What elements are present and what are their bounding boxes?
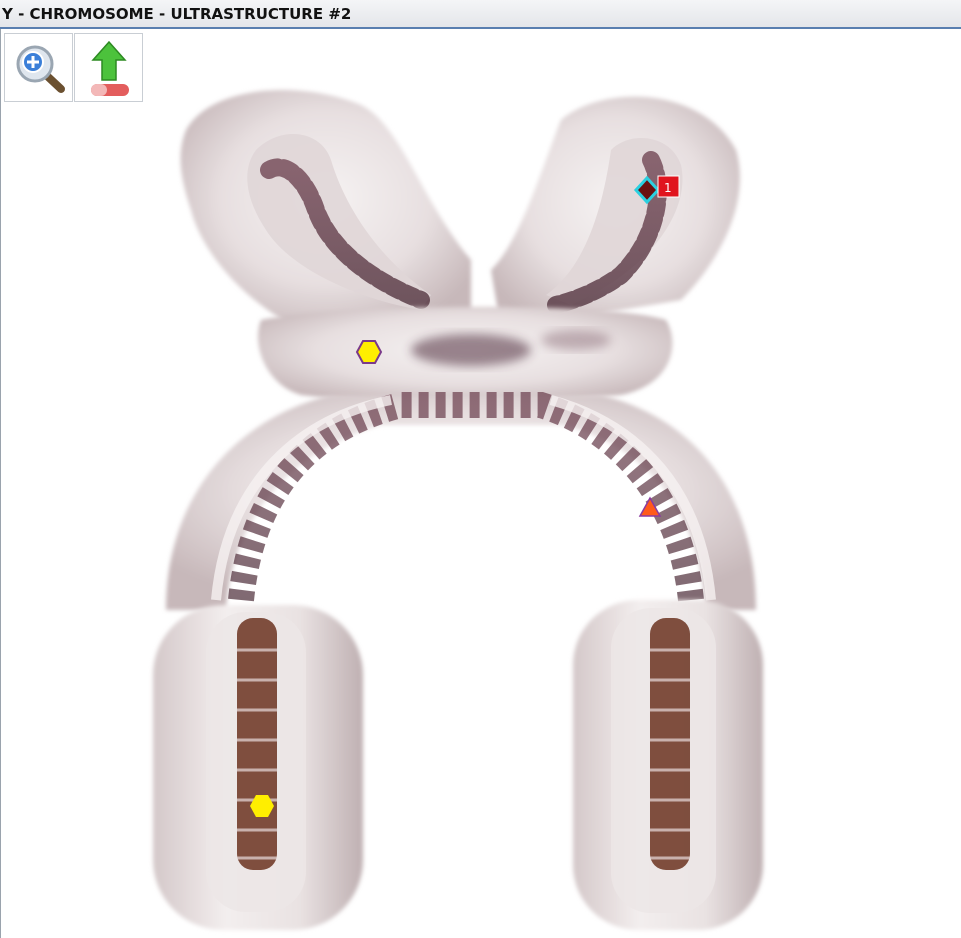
window-titlebar: Y - CHROMOSOME - ULTRASTRUCTURE #2	[0, 0, 961, 29]
upper-left-arm	[180, 90, 472, 330]
upload-arrow-icon	[91, 40, 129, 96]
image-viewer[interactable]: 1	[0, 29, 961, 938]
centromere-hexagon-marker[interactable]	[355, 340, 383, 364]
upper-right-arm	[491, 96, 740, 330]
lower-left-leg	[153, 605, 363, 930]
zoom-in-button[interactable]	[4, 33, 73, 102]
marker-badge-label: 1	[664, 181, 672, 195]
export-button[interactable]	[74, 33, 143, 102]
chromosome-image[interactable]: 1	[1, 29, 961, 938]
window-title: Y - CHROMOSOME - ULTRASTRUCTURE #2	[2, 5, 352, 23]
toolbar	[4, 33, 144, 102]
lower-arch	[166, 392, 756, 610]
marker-badge[interactable]: 1	[657, 175, 680, 198]
lower-right-leg	[573, 600, 763, 930]
centromere-region	[257, 306, 673, 403]
zoom-in-magnifier-icon	[16, 45, 65, 93]
